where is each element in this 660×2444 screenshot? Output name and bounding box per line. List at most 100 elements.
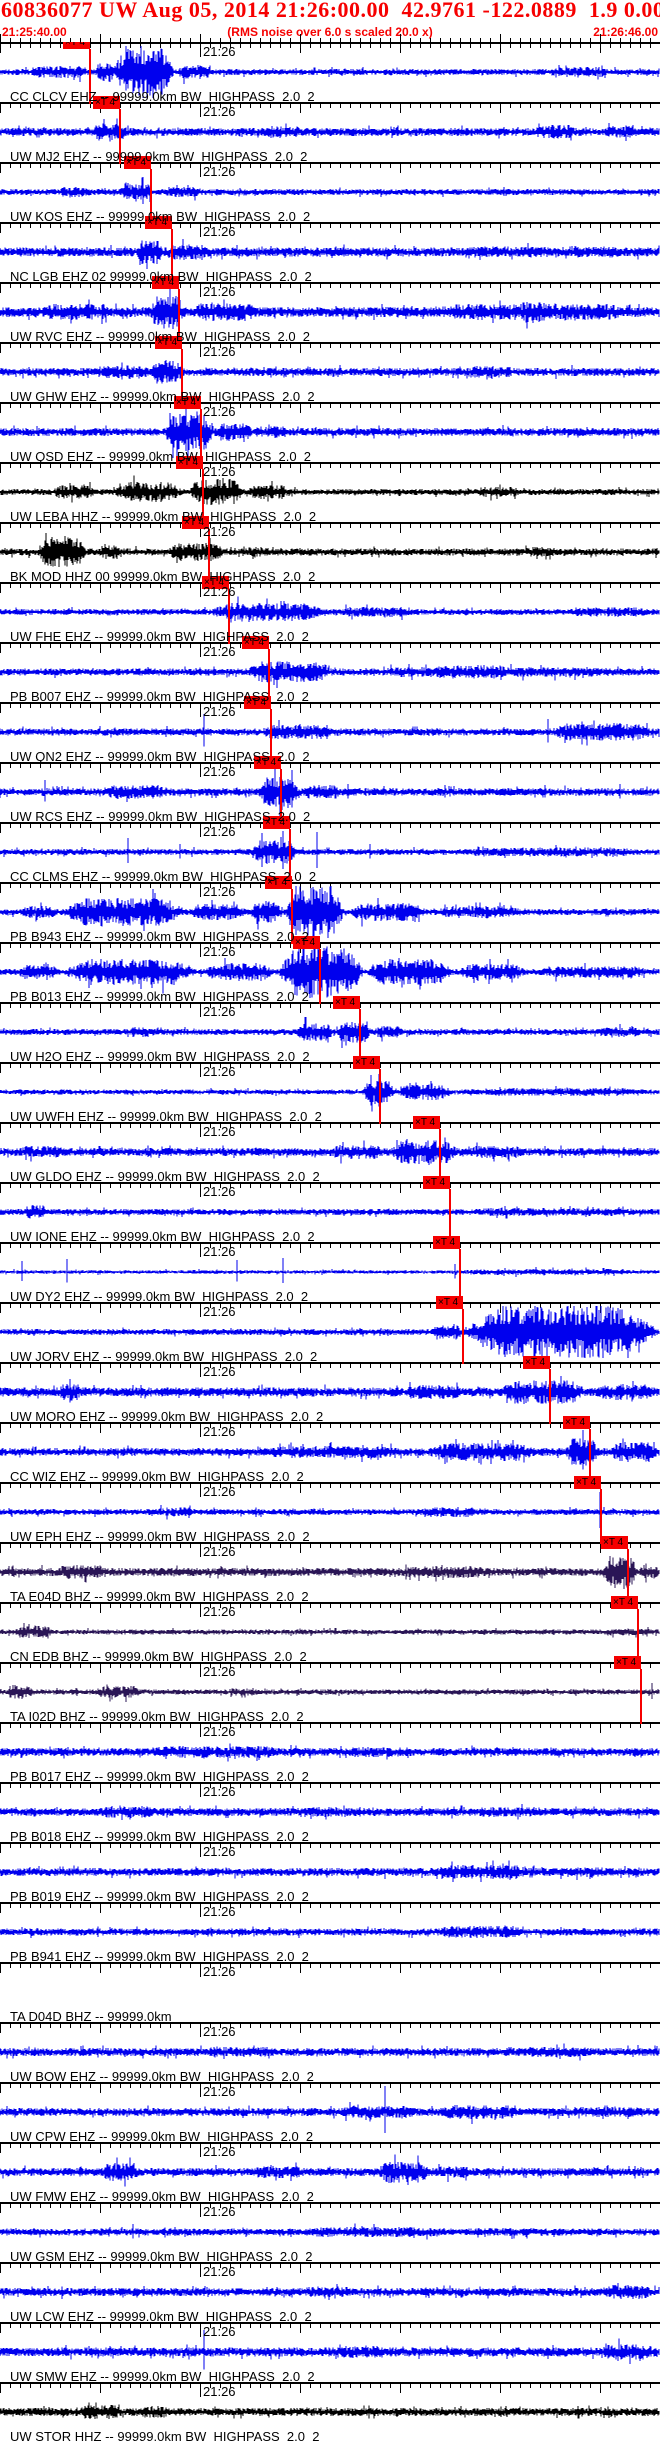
- station-label: UW RCS EHZ -- 99999.0km BW HIGHPASS 2.0 …: [10, 809, 311, 824]
- trace-row-b943[interactable]: 21:26 ×T 4 PB B943 EHZ -- 99999.0km BW H…: [0, 876, 660, 944]
- time-label: 21:26: [203, 2264, 236, 2279]
- trace-row-uwfh[interactable]: 21:26 ×T 4 UW UWFH EHZ -- 99999.0km BW H…: [0, 1056, 660, 1124]
- trace-row-b018[interactable]: 21:26 PB B018 EHZ -- 99999.0km BW HIGHPA…: [0, 1782, 660, 1844]
- time-label: 21:26: [203, 584, 236, 599]
- phase-pick-marker[interactable]: ×T 4: [523, 1356, 550, 1369]
- time-label: 21:26: [203, 2384, 236, 2399]
- trace-row-wiz[interactable]: 21:26 ×T 4 CC WIZ EHZ -- 99999.0km BW HI…: [0, 1416, 660, 1484]
- time-label: 21:26: [203, 2144, 236, 2159]
- trace-row-cpw[interactable]: 21:26 UW CPW EHZ -- 99999.0km BW HIGHPAS…: [0, 2082, 660, 2144]
- station-label: UW UWFH EHZ -- 99999.0km BW HIGHPASS 2.0…: [10, 1109, 322, 1124]
- station-label: UW GSM EHZ -- 99999.0km BW HIGHPASS 2.0 …: [10, 2249, 313, 2264]
- seismogram-viewer: { "header": { "title": "60836077 UW Aug …: [0, 0, 660, 2444]
- station-label: PB B943 EHZ -- 99999.0km BW HIGHPASS 2.0…: [10, 929, 309, 944]
- time-label: 21:26: [203, 1844, 236, 1859]
- trace-row-rvc[interactable]: 21:26 ×T 4 UW RVC EHZ -- 99999.0km BW HI…: [0, 276, 660, 344]
- time-label: 21:26: [203, 1304, 236, 1319]
- trace-row-lgb[interactable]: 21:26 ×T 4 NC LGB EHZ 02 99999.0km BW HI…: [0, 216, 660, 284]
- time-label: 21:26: [203, 1004, 236, 1019]
- trace-row-ione[interactable]: 21:26 ×T 4 UW IONE EHZ -- 99999.0km BW H…: [0, 1176, 660, 1244]
- trace-row-bow[interactable]: 21:26 UW BOW EHZ -- 99999.0km BW HIGHPAS…: [0, 2022, 660, 2084]
- trace-row-smw[interactable]: 21:26 UW SMW EHZ -- 99999.0km BW HIGHPAS…: [0, 2322, 660, 2384]
- trace-row-qsd[interactable]: 21:26 ×T 4 UW QSD EHZ -- 99999.0km BW HI…: [0, 396, 660, 464]
- trace-row-eph[interactable]: 21:26 ×T 4 UW EPH EHZ -- 99999.0km BW HI…: [0, 1476, 660, 1544]
- station-label: PB B019 EHZ -- 99999.0km BW HIGHPASS 2.0…: [10, 1889, 309, 1904]
- trace-row-fmw[interactable]: 21:26 UW FMW EHZ -- 99999.0km BW HIGHPAS…: [0, 2142, 660, 2204]
- trace-row-fhe[interactable]: 21:26 ×T 4 UW FHE EHZ -- 99999.0km BW HI…: [0, 576, 660, 644]
- phase-pick-marker[interactable]: ×T 4: [436, 1296, 463, 1309]
- trace-row-rcs[interactable]: 21:26 ×T 4 UW RCS EHZ -- 99999.0km BW HI…: [0, 756, 660, 824]
- trace-row-dy2[interactable]: 21:26 ×T 4 UW DY2 EHZ -- 99999.0km BW HI…: [0, 1236, 660, 1304]
- station-label: TA D04D BHZ -- 99999.0km: [10, 2009, 172, 2024]
- phase-pick-marker[interactable]: ×T 4: [413, 1116, 440, 1129]
- phase-pick-marker[interactable]: ×T 4: [601, 1536, 628, 1549]
- time-label: 21:26: [203, 1544, 236, 1559]
- phase-pick-marker[interactable]: ×T 4: [353, 1056, 380, 1069]
- phase-pick-marker[interactable]: ×T 4: [563, 1416, 590, 1429]
- time-label: 21:26: [203, 464, 236, 479]
- phase-pick-line: [640, 1669, 642, 1724]
- station-label: UW STOR HHZ -- 99999.0km BW HIGHPASS 2.0…: [10, 2429, 320, 2444]
- station-label: CC CLCV EHZ -- 99999.0km BW HIGHPASS 2.0…: [10, 89, 315, 104]
- phase-pick-line: [319, 949, 321, 1004]
- time-label: 21:26: [203, 104, 236, 119]
- station-label: UW QN2 EHZ -- 99999.0km BW HIGHPASS 2.0 …: [10, 749, 310, 764]
- time-label: 21:26: [203, 944, 236, 959]
- time-label: 21:26: [203, 344, 236, 359]
- trace-row-qn2[interactable]: 21:26 ×T 4 UW QN2 EHZ -- 99999.0km BW HI…: [0, 696, 660, 764]
- trace-row-b019[interactable]: 21:26 PB B019 EHZ -- 99999.0km BW HIGHPA…: [0, 1842, 660, 1904]
- phase-pick-marker[interactable]: ×T 4: [614, 1656, 641, 1669]
- time-label: 21:26: [203, 1124, 236, 1139]
- trace-row-leba[interactable]: 21:26 ×T 4 UW LEBA HHZ -- 99999.0km BW H…: [0, 456, 660, 524]
- phase-pick-line: [549, 1369, 551, 1424]
- station-label: UW JORV EHZ -- 99999.0km BW HIGHPASS 2.0…: [10, 1349, 318, 1364]
- phase-pick-marker[interactable]: ×T 4: [611, 1596, 638, 1609]
- station-label: NC LGB EHZ 02 99999.0km BW HIGHPASS 2.0 …: [10, 269, 312, 284]
- station-label: UW FMW EHZ -- 99999.0km BW HIGHPASS 2.0 …: [10, 2189, 314, 2204]
- time-label: 21:26: [203, 164, 236, 179]
- time-label: 21:26: [203, 2084, 236, 2099]
- trace-row-mod[interactable]: 21:26 ×T 4 BK MOD HHZ 00 99999.0km BW HI…: [0, 516, 660, 584]
- station-label: UW GHW EHZ -- 99999.0km BW HIGHPASS 2.0 …: [10, 389, 315, 404]
- trace-row-clcv[interactable]: 21:26 ×T 4 CC CLCV EHZ -- 99999.0km BW H…: [0, 36, 660, 104]
- time-label: 21:26: [203, 1784, 236, 1799]
- station-label: CC WIZ EHZ -- 99999.0km BW HIGHPASS 2.0 …: [10, 1469, 304, 1484]
- phase-pick-marker[interactable]: ×T 4: [433, 1236, 460, 1249]
- station-label: PB B013 EHZ -- 99999.0km BW HIGHPASS 2.0…: [10, 989, 309, 1004]
- trace-row-b017[interactable]: 21:26 PB B017 EHZ -- 99999.0km BW HIGHPA…: [0, 1722, 660, 1784]
- trace-row-b941[interactable]: 21:26 PB B941 EHZ -- 99999.0km BW HIGHPA…: [0, 1902, 660, 1964]
- trace-row-e04d[interactable]: 21:26 ×T 4 TA E04D BHZ -- 99999.0km BW H…: [0, 1536, 660, 1604]
- station-label: UW BOW EHZ -- 99999.0km BW HIGHPASS 2.0 …: [10, 2069, 314, 2084]
- trace-row-h2o[interactable]: 21:26 ×T 4 UW H2O EHZ -- 99999.0km BW HI…: [0, 996, 660, 1064]
- phase-pick-marker[interactable]: ×T 4: [333, 996, 360, 1009]
- time-label: 21:26: [203, 1064, 236, 1079]
- trace-row-gsm[interactable]: 21:26 UW GSM EHZ -- 99999.0km BW HIGHPAS…: [0, 2202, 660, 2264]
- phase-pick-line: [462, 1309, 464, 1364]
- trace-row-moro[interactable]: 21:26 ×T 4 UW MORO EHZ -- 99999.0km BW H…: [0, 1356, 660, 1424]
- phase-pick-marker[interactable]: ×T 4: [574, 1476, 601, 1489]
- trace-row-d04d[interactable]: 21:26 TA D04D BHZ -- 99999.0km: [0, 1962, 660, 2024]
- trace-row-b013[interactable]: 21:26 ×T 4 PB B013 EHZ -- 99999.0km BW H…: [0, 936, 660, 1004]
- time-label: 21:26: [203, 1184, 236, 1199]
- trace-row-edb[interactable]: 21:26 ×T 4 CN EDB BHZ -- 99999.0km BW HI…: [0, 1596, 660, 1664]
- station-label: UW DY2 EHZ -- 99999.0km BW HIGHPASS 2.0 …: [10, 1289, 309, 1304]
- time-label: 21:26: [203, 1664, 236, 1679]
- station-label: UW KOS EHZ -- 99999.0km BW HIGHPASS 2.0 …: [10, 209, 311, 224]
- station-label: UW H2O EHZ -- 99999.0km BW HIGHPASS 2.0 …: [10, 1049, 310, 1064]
- trace-row-ghw[interactable]: 21:26 ×T 4 UW GHW EHZ -- 99999.0km BW HI…: [0, 336, 660, 404]
- phase-pick-marker[interactable]: ×T 4: [423, 1176, 450, 1189]
- trace-row-i02d[interactable]: 21:26 ×T 4 TA I02D BHZ -- 99999.0km BW H…: [0, 1656, 660, 1724]
- trace-row-kos[interactable]: 21:26 ×T 4 UW KOS EHZ -- 99999.0km BW HI…: [0, 156, 660, 224]
- station-label: UW IONE EHZ -- 99999.0km BW HIGHPASS 2.0…: [10, 1229, 315, 1244]
- trace-row-b007[interactable]: 21:26 ×T 4 PB B007 EHZ -- 99999.0km BW H…: [0, 636, 660, 704]
- trace-row-mj2[interactable]: 21:26 ×T 4 UW MJ2 EHZ -- 99999.0km BW HI…: [0, 96, 660, 164]
- trace-row-jorv[interactable]: 21:26 ×T 4 UW JORV EHZ -- 99999.0km BW H…: [0, 1296, 660, 1364]
- station-label: UW RVC EHZ -- 99999.0km BW HIGHPASS 2.0 …: [10, 329, 311, 344]
- trace-row-lcw[interactable]: 21:26 UW LCW EHZ -- 99999.0km BW HIGHPAS…: [0, 2262, 660, 2324]
- time-label: 21:26: [203, 884, 236, 899]
- trace-row-clms[interactable]: 21:26 ×T 4 CC CLMS EHZ -- 99999.0km BW H…: [0, 816, 660, 884]
- time-label: 21:26: [203, 1424, 236, 1439]
- trace-row-stor[interactable]: 21:26 UW STOR HHZ -- 99999.0km BW HIGHPA…: [0, 2382, 660, 2444]
- trace-row-gldo[interactable]: 21:26 ×T 4 UW GLDO EHZ -- 99999.0km BW H…: [0, 1116, 660, 1184]
- time-label: 21:26: [203, 1904, 236, 1919]
